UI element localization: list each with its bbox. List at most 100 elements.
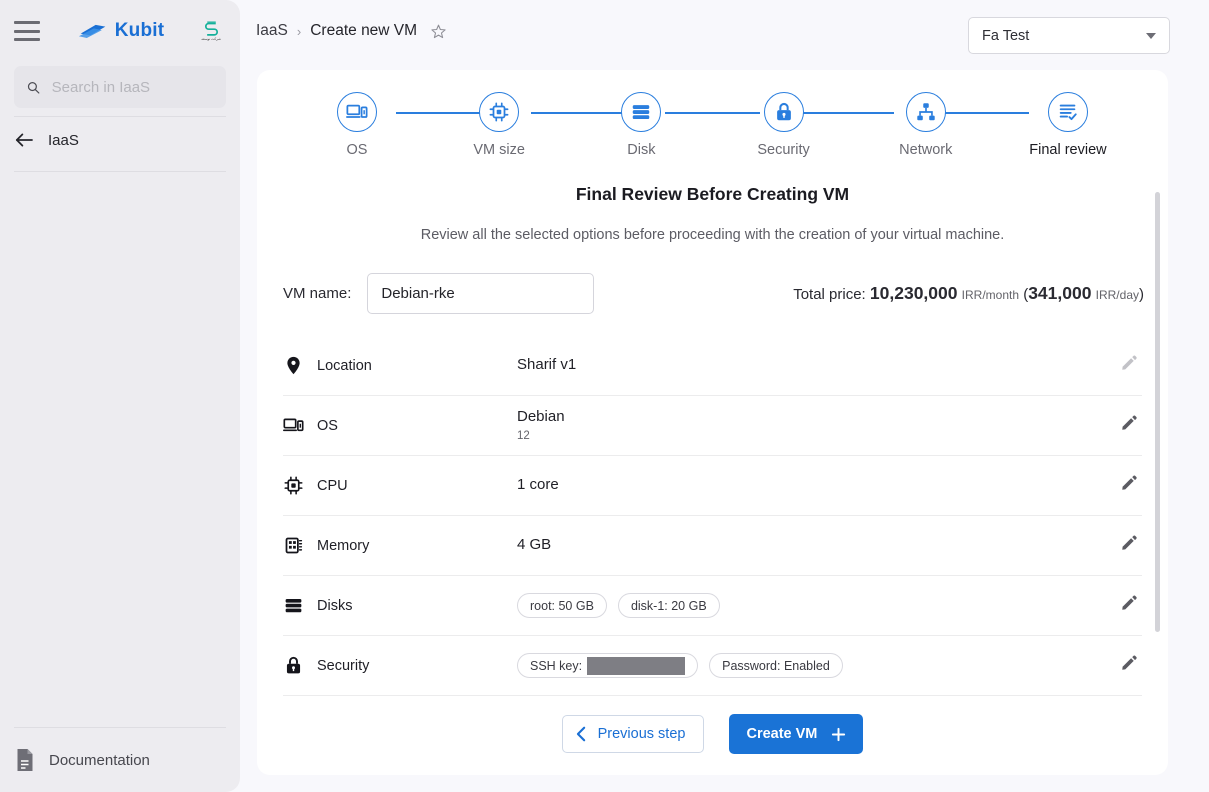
pencil-icon (1122, 535, 1137, 550)
edit-disks-button[interactable] (1120, 594, 1138, 617)
kubit-mark-icon (78, 24, 106, 39)
pencil-icon (1122, 655, 1137, 670)
price-close-paren: ) (1139, 286, 1144, 303)
total-price: Total price: 10,230,000 IRR/month (341,0… (793, 283, 1144, 304)
page-title: Final Review Before Creating VM (575, 184, 850, 204)
summary-chip: root: 50 GB (517, 593, 607, 618)
summary-row-value: 1 core (517, 476, 559, 495)
stepper-step-label: OS (346, 142, 368, 158)
lock-icon (776, 102, 791, 121)
sidebar-item-label: IaaS (48, 131, 79, 149)
summary-row-icon (283, 595, 317, 616)
edit-memory-button[interactable] (1120, 534, 1138, 557)
stepper-step-circle (905, 92, 946, 132)
stepper-step-vm-size[interactable]: VM size (451, 92, 547, 158)
summary-row-disks: Disks root: 50 GB disk-1: 20 GB (283, 576, 1142, 636)
summary-chip-label: Password: Enabled (722, 658, 830, 673)
stepper-step-os[interactable]: OS (309, 92, 405, 158)
partner-logo: شرکت توسعه (196, 16, 226, 46)
summary-value: Debian 12 (517, 407, 565, 442)
page-subtitle: Review all the selected options before p… (420, 227, 1005, 243)
summary-chip-label: root: 50 GB (530, 598, 594, 613)
stepper-step-circle (479, 92, 520, 132)
card-scrollbar-thumb[interactable] (1155, 192, 1160, 632)
search-icon (27, 81, 40, 94)
sidebar-divider-bottom (14, 171, 226, 172)
breadcrumb-separator: › (296, 23, 302, 39)
brand-name: Kubit (114, 20, 165, 41)
star-icon[interactable] (430, 23, 447, 40)
edit-security-button[interactable] (1120, 654, 1138, 677)
stepper-step-security[interactable]: Security (736, 92, 832, 158)
summary-row-label: Security (317, 657, 370, 674)
edit-location-button[interactable] (1120, 354, 1138, 377)
card-actions: Previous step Create VM (257, 714, 1168, 754)
sidebar-item-documentation[interactable]: Documentation (14, 728, 226, 792)
edit-os-button[interactable] (1120, 414, 1138, 437)
previous-step-label: Previous step (597, 726, 686, 742)
redacted-value (587, 656, 686, 675)
summary-row-label: Location (317, 357, 372, 374)
account-select-value: Fa Test (982, 27, 1030, 44)
stepper-step-label: Security (757, 142, 810, 158)
summary-row-value: root: 50 GB disk-1: 20 GB (517, 593, 720, 618)
chevron-down-icon (1146, 32, 1156, 39)
edit-cpu-button[interactable] (1120, 474, 1138, 497)
stepper-step-circle (337, 92, 377, 132)
summary-row-label: Memory (317, 537, 370, 554)
storage-icon (633, 105, 650, 120)
stepper-step-label: Network (899, 142, 953, 158)
summary-value: Sharif v1 (517, 356, 577, 374)
checklist-icon (1059, 104, 1077, 121)
stepper-step-label: VM size (473, 142, 525, 158)
summary-row-memory: Memory 4 GB (283, 516, 1142, 576)
stepper-step-network[interactable]: Network (878, 92, 974, 158)
summary-chip: disk-1: 20 GB (617, 593, 720, 618)
summary-row-icon (283, 655, 317, 676)
breadcrumb-item-create-new-vm[interactable]: Create new VM (310, 22, 417, 40)
pencil-icon (1122, 475, 1137, 490)
summary-row-icon (283, 475, 317, 496)
stepper-step-label: Final review (1029, 142, 1107, 158)
search-box[interactable] (14, 66, 226, 108)
stepper-step-final-review[interactable]: Final review (1020, 92, 1116, 158)
summary-row-value: Debian 12 (517, 408, 565, 443)
stepper-steps: OS VM size Disk Security Network Final review (309, 92, 1116, 158)
summary-chip: Password: Enabled (709, 653, 843, 678)
summary-row-value: Sharif v1 (517, 356, 576, 375)
arrow-left-icon (15, 133, 33, 147)
summary-row-label: Disks (317, 597, 353, 614)
vm-name-label: VM name: (283, 285, 352, 302)
pencil-icon (1122, 595, 1137, 610)
network-icon (917, 103, 935, 121)
brand-logo[interactable]: Kubit (50, 20, 192, 42)
sidebar-footer: Documentation (0, 719, 240, 792)
vm-name-input[interactable] (367, 273, 595, 314)
price-daily-unit: IRR/day (1095, 288, 1139, 302)
price-daily-value: 341,000 (1028, 283, 1092, 303)
stepper-step-disk[interactable]: Disk (593, 92, 689, 158)
lock-icon (286, 656, 301, 674)
breadcrumb-item-iaas[interactable]: IaaS (256, 22, 288, 40)
vm-name-row: VM name: Total price: 10,230,000 IRR/mon… (283, 273, 1144, 314)
create-vm-card: OS VM size Disk Security Network Final review… (257, 70, 1168, 775)
search-input[interactable] (51, 78, 214, 96)
price-monthly-unit: IRR/month (961, 288, 1020, 302)
previous-step-button[interactable]: Previous step (561, 715, 705, 753)
card-scrollbar[interactable] (1155, 192, 1160, 752)
sidebar: Kubit شرکت توسعه IaaS (0, 0, 240, 792)
summary-row-value: SSH key: Password: Enabled (517, 653, 843, 678)
create-vm-button[interactable]: Create VM (729, 714, 864, 754)
summary-chip-label: SSH key: (530, 658, 583, 673)
stepper-step-label: Disk (627, 142, 656, 158)
account-select[interactable]: Fa Test (968, 17, 1170, 54)
storage-icon (285, 598, 302, 613)
devices-icon (346, 104, 368, 118)
summary-row-label: OS (317, 417, 338, 434)
devices-icon (283, 418, 304, 432)
hamburger-icon[interactable] (14, 21, 40, 41)
chevron-left-icon (576, 726, 585, 742)
topbar: IaaS › Create new VM Fa Test (240, 0, 1209, 68)
sidebar-item-iaas[interactable]: IaaS (14, 117, 226, 163)
summary-value: 1 core (517, 476, 559, 494)
